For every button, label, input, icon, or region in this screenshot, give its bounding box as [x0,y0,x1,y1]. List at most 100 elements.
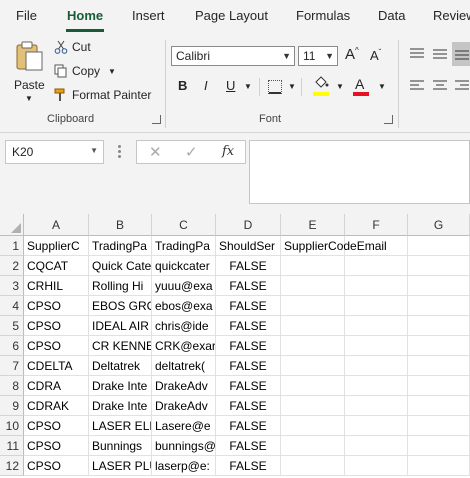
cell-a5[interactable]: CPSO [24,316,89,336]
cell-c7[interactable]: deltatrek( [152,356,216,376]
row-header-1[interactable]: 1 [0,236,24,256]
cell-d9[interactable]: FALSE [216,396,281,416]
italic-button[interactable]: I [204,78,208,93]
cell-b1[interactable]: TradingPa [89,236,152,256]
cell-d6[interactable]: FALSE [216,336,281,356]
tab-page-layout[interactable]: Page Layout [195,8,268,23]
borders-button[interactable] [268,80,282,94]
cell-a11[interactable]: CPSO [24,436,89,456]
cell-g12[interactable] [408,456,470,476]
font-size-select[interactable]: 11 ▼ [298,46,338,66]
align-middle-icon[interactable] [432,48,448,60]
cell-c9[interactable]: DrakeAdv [152,396,216,416]
cell-a7[interactable]: CDELTA [24,356,89,376]
cell-e3[interactable] [281,276,345,296]
cell-f2[interactable] [345,256,408,276]
tab-data[interactable]: Data [378,8,405,23]
row-header-3[interactable]: 3 [0,276,24,296]
cell-d12[interactable]: FALSE [216,456,281,476]
underline-button[interactable]: U [226,78,235,93]
row-header-6[interactable]: 6 [0,336,24,356]
cell-c12[interactable]: laserp@e: [152,456,216,476]
chevron-down-icon[interactable]: ▼ [244,82,252,91]
cell-e6[interactable] [281,336,345,356]
row-header-11[interactable]: 11 [0,436,24,456]
cell-e1[interactable]: SupplierCodeEmail [281,236,387,256]
cell-b2[interactable]: Quick Cate [89,256,152,276]
clipboard-dialog-launcher[interactable] [152,115,161,124]
paste-button[interactable]: Paste ▼ [10,40,50,103]
cell-g10[interactable] [408,416,470,436]
cell-d1[interactable]: ShouldSer [216,236,281,256]
cell-a12[interactable]: CPSO [24,456,89,476]
cell-f4[interactable] [345,296,408,316]
cell-c11[interactable]: bunnings@ [152,436,216,456]
column-header-c[interactable]: C [152,214,216,236]
align-center-icon[interactable] [432,80,448,92]
cell-a9[interactable]: CDRAK [24,396,89,416]
cell-g1[interactable] [408,236,470,256]
column-header-d[interactable]: D [216,214,281,236]
row-header-12[interactable]: 12 [0,456,24,476]
cell-d4[interactable]: FALSE [216,296,281,316]
cancel-icon[interactable]: ✕ [149,143,162,161]
increase-font-size-button[interactable]: A^ [345,46,359,63]
cell-g3[interactable] [408,276,470,296]
column-header-g[interactable]: G [408,214,470,236]
row-header-5[interactable]: 5 [0,316,24,336]
column-header-b[interactable]: B [89,214,152,236]
cell-c2[interactable]: quickcater [152,256,216,276]
cell-e8[interactable] [281,376,345,396]
insert-function-button[interactable]: fx [222,144,234,159]
name-box[interactable]: K20 ▼ [5,140,104,164]
cell-b6[interactable]: CR KENNE [89,336,152,356]
tab-home[interactable]: Home [67,8,103,23]
align-left-icon[interactable] [409,80,425,92]
copy-button[interactable]: Copy ▼ [54,64,116,78]
cell-a10[interactable]: CPSO [24,416,89,436]
font-dialog-launcher[interactable] [384,115,393,124]
cell-c4[interactable]: ebos@exa [152,296,216,316]
cell-f3[interactable] [345,276,408,296]
cell-f8[interactable] [345,376,408,396]
cut-button[interactable]: Cut [54,40,91,54]
cell-f12[interactable] [345,456,408,476]
row-header-7[interactable]: 7 [0,356,24,376]
cell-d10[interactable]: FALSE [216,416,281,436]
cell-f5[interactable] [345,316,408,336]
select-all-corner[interactable] [0,214,24,236]
column-header-f[interactable]: F [345,214,408,236]
cell-b10[interactable]: LASER ELE [89,416,152,436]
cell-a3[interactable]: CRHIL [24,276,89,296]
cell-c5[interactable]: chris@ide [152,316,216,336]
formula-bar-grip[interactable] [118,145,122,159]
cell-d3[interactable]: FALSE [216,276,281,296]
align-right-icon[interactable] [454,80,470,92]
cell-c3[interactable]: yuuu@exa [152,276,216,296]
cell-g11[interactable] [408,436,470,456]
cell-e2[interactable] [281,256,345,276]
cell-a4[interactable]: CPSO [24,296,89,316]
row-header-8[interactable]: 8 [0,376,24,396]
cell-d7[interactable]: FALSE [216,356,281,376]
cell-b4[interactable]: EBOS GRO [89,296,152,316]
cell-d8[interactable]: FALSE [216,376,281,396]
font-color-button[interactable]: A [353,76,373,98]
align-top-icon[interactable] [409,48,425,60]
cell-g7[interactable] [408,356,470,376]
row-header-4[interactable]: 4 [0,296,24,316]
cell-c10[interactable]: Lasere@e [152,416,216,436]
cell-b8[interactable]: Drake Inte [89,376,152,396]
format-painter-button[interactable]: Format Painter [54,88,151,102]
cell-g6[interactable] [408,336,470,356]
row-header-9[interactable]: 9 [0,396,24,416]
cell-b3[interactable]: Rolling Hi [89,276,152,296]
cell-c8[interactable]: DrakeAdv [152,376,216,396]
cell-d11[interactable]: FALSE [216,436,281,456]
tab-review[interactable]: Review [433,8,470,23]
cell-g9[interactable] [408,396,470,416]
cell-b11[interactable]: Bunnings [89,436,152,456]
fill-color-button[interactable] [313,76,333,98]
cell-f6[interactable] [345,336,408,356]
cell-g5[interactable] [408,316,470,336]
